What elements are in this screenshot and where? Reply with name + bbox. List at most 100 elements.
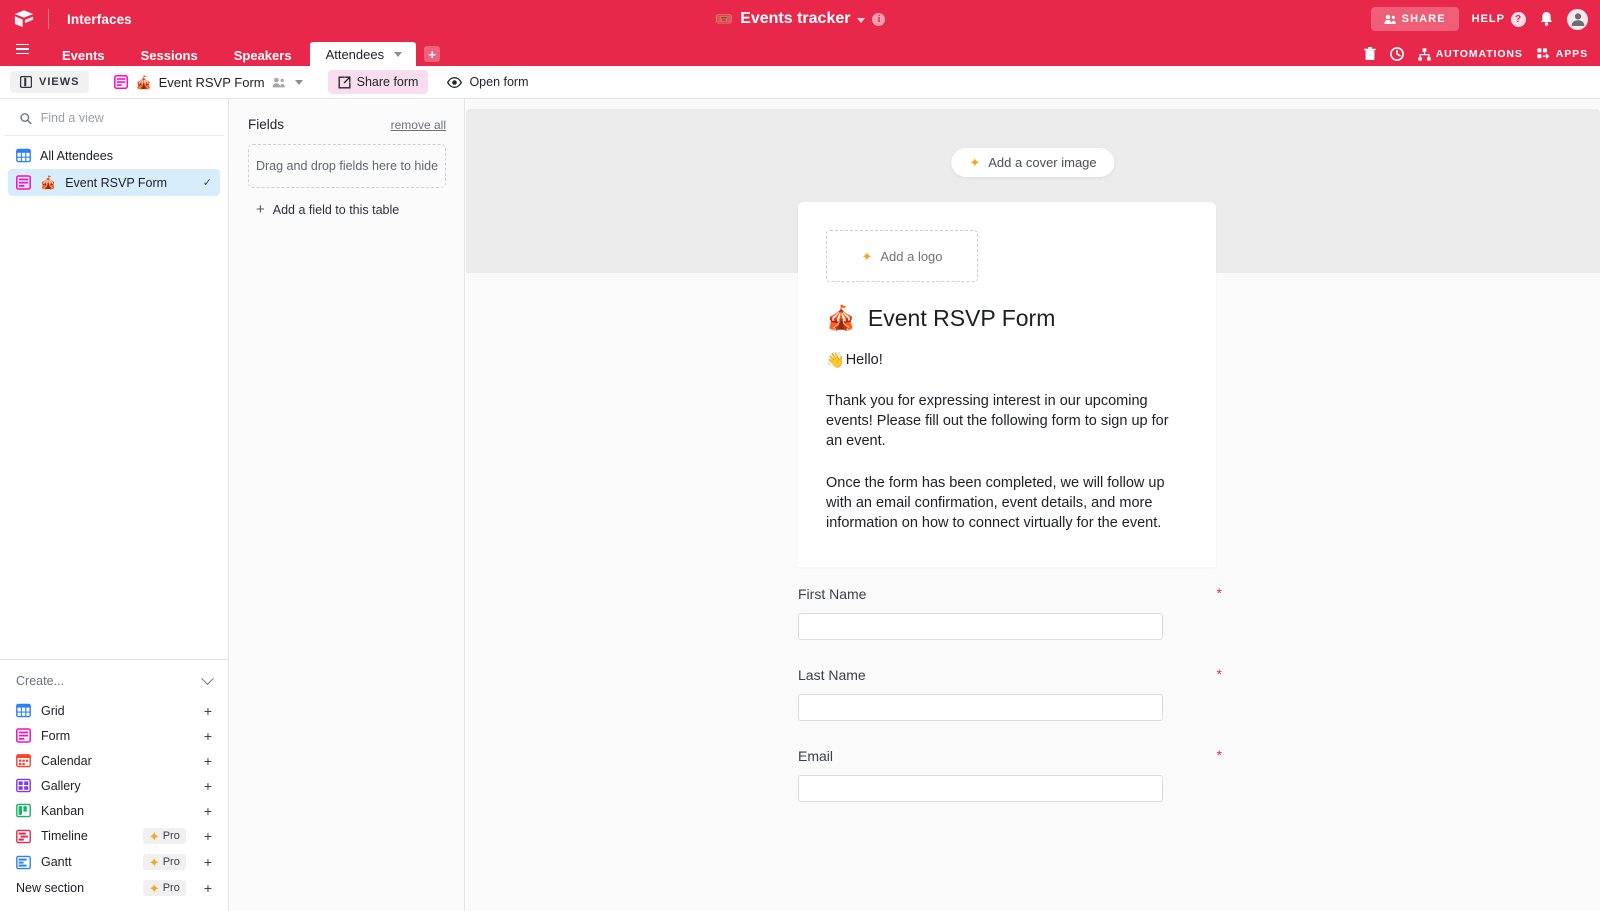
create-item-grid[interactable]: Grid + — [8, 698, 220, 723]
search-input[interactable] — [40, 111, 212, 125]
add-logo-button[interactable]: ✦ Add a logo — [826, 230, 978, 282]
add-section-button[interactable]: + — [204, 881, 212, 895]
create-item-label: Kanban — [41, 803, 85, 818]
form-field-label: First Name — [798, 586, 867, 602]
fields-panel-header: Fields remove all — [248, 117, 446, 132]
airtable-logo[interactable] — [0, 0, 48, 38]
waving-hand-icon: 👋 — [826, 352, 845, 369]
bell-icon[interactable] — [1539, 11, 1554, 27]
share-button[interactable]: SHARE — [1370, 7, 1459, 31]
history-icon[interactable] — [1389, 47, 1404, 61]
create-item-calendar[interactable]: Calendar + — [8, 748, 220, 773]
form-view-icon — [114, 75, 129, 89]
add-cover-image-button[interactable]: ✦ Add a cover image — [951, 148, 1115, 177]
question-mark-icon: ? — [1511, 11, 1526, 27]
chevron-down-icon[interactable] — [394, 51, 403, 57]
form-description-paragraph-2[interactable]: Once the form has been completed, we wil… — [826, 473, 1188, 533]
chevron-down-icon[interactable] — [201, 671, 214, 685]
create-item-gantt[interactable]: Gantt ✦ Pro + — [8, 849, 220, 875]
sparkle-icon: ✦ — [148, 880, 160, 896]
kanban-icon — [16, 803, 31, 818]
required-asterisk: * — [1216, 585, 1222, 601]
share-form-label: Share form — [356, 75, 419, 89]
remove-all-button[interactable]: remove all — [391, 118, 446, 132]
automations-label: AUTOMATIONS — [1435, 48, 1523, 60]
open-form-button[interactable]: Open form — [438, 70, 537, 94]
create-item-timeline[interactable]: Timeline ✦ Pro + — [8, 823, 220, 849]
form-title: Event RSVP Form — [867, 305, 1056, 331]
views-sidebar: All Attendees 🎪 Event RSVP Form ✓ Create… — [0, 99, 229, 911]
apps-label: APPS — [1555, 48, 1588, 60]
add-calendar-button[interactable]: + — [204, 754, 212, 768]
base-title-group: 🎟️ Events tracker i — [0, 0, 1600, 38]
tab-speakers[interactable]: Speakers — [216, 44, 310, 66]
create-item-label: Timeline — [41, 829, 88, 843]
check-icon: ✓ — [202, 177, 212, 189]
tab-attendees[interactable]: Attendees — [309, 42, 417, 66]
form-greeting[interactable]: 👋 Hello! — [826, 351, 1188, 369]
current-view-chip[interactable]: 🎪 Event RSVP Form — [107, 71, 309, 94]
create-section-header[interactable]: Create... — [8, 668, 220, 698]
gantt-icon — [16, 855, 31, 869]
form-title-row[interactable]: 🎪 Event RSVP Form — [826, 304, 1188, 333]
create-item-label: Grid — [41, 703, 65, 718]
dropzone-label: Drag and drop fields here to hide — [255, 159, 439, 173]
first-name-input[interactable] — [798, 613, 1163, 640]
hidden-fields-dropzone[interactable]: Drag and drop fields here to hide — [248, 144, 446, 188]
collaborators-icon[interactable] — [272, 77, 286, 88]
open-form-label: Open form — [469, 75, 529, 89]
add-field-button[interactable]: + Add a field to this table — [248, 202, 446, 217]
last-name-input[interactable] — [798, 694, 1163, 721]
calendar-icon — [16, 754, 31, 768]
form-preview-canvas: ✦ Add a cover image ✦ Add a logo 🎪 Event… — [466, 99, 1600, 911]
base-title[interactable]: Events tracker — [740, 10, 850, 28]
sidebar-item-all-attendees[interactable]: All Attendees — [8, 142, 220, 169]
avatar[interactable] — [1567, 8, 1588, 30]
add-grid-button[interactable]: + — [204, 704, 212, 718]
current-view-name: Event RSVP Form — [158, 74, 265, 90]
tab-events[interactable]: Events — [44, 44, 123, 66]
form-view-icon — [16, 175, 31, 190]
add-timeline-button[interactable]: + — [204, 829, 212, 843]
help-label: HELP — [1471, 13, 1505, 25]
header-divider — [48, 9, 49, 29]
sidebar-toggle-button[interactable] — [0, 38, 44, 66]
form-field-last-name[interactable]: Last Name * — [466, 667, 1600, 721]
trash-icon[interactable] — [1363, 47, 1376, 61]
tab-label: Events — [62, 47, 105, 63]
create-item-new-section[interactable]: New section ✦ Pro + — [8, 875, 220, 901]
add-form-button[interactable]: + — [204, 729, 212, 743]
form-fields-area: First Name * Last Name * Email * — [466, 586, 1600, 829]
grid-icon — [16, 703, 31, 718]
form-description-paragraph-1[interactable]: Thank you for expressing interest in our… — [826, 391, 1188, 451]
add-kanban-button[interactable]: + — [204, 804, 212, 818]
create-item-kanban[interactable]: Kanban + — [8, 798, 220, 823]
people-icon — [1384, 14, 1396, 24]
tab-sessions[interactable]: Sessions — [123, 44, 216, 66]
add-gallery-button[interactable]: + — [204, 779, 212, 793]
chevron-down-icon[interactable] — [857, 17, 866, 23]
create-item-form[interactable]: Form + — [8, 723, 220, 748]
plus-icon: + — [256, 201, 265, 218]
sidebar-item-event-rsvp-form[interactable]: 🎪 Event RSVP Form ✓ — [8, 169, 220, 196]
user-icon — [1571, 13, 1584, 26]
automations-button[interactable]: AUTOMATIONS — [1418, 47, 1523, 61]
apps-button[interactable]: APPS — [1537, 48, 1588, 60]
form-field-first-name[interactable]: First Name * — [466, 586, 1600, 640]
panel-icon — [20, 76, 32, 88]
sparkle-icon: ✦ — [148, 854, 160, 870]
form-field-label: Email — [798, 748, 834, 764]
share-form-button[interactable]: Share form — [327, 70, 429, 94]
pro-badge: ✦ Pro — [142, 880, 186, 896]
email-input[interactable] — [798, 775, 1163, 802]
views-button[interactable]: VIEWS — [10, 71, 90, 93]
pro-badge-label: Pro — [162, 882, 180, 894]
help-button[interactable]: HELP ? — [1471, 11, 1526, 27]
add-gantt-button[interactable]: + — [204, 855, 212, 869]
info-icon[interactable]: i — [872, 12, 886, 26]
form-field-email[interactable]: Email * — [466, 748, 1600, 802]
add-table-button[interactable]: + — [424, 46, 441, 62]
chevron-down-icon[interactable] — [294, 79, 303, 85]
top-header-bar: Interfaces 🎟️ Events tracker i SHARE HEL… — [0, 0, 1600, 38]
create-item-gallery[interactable]: Gallery + — [8, 773, 220, 798]
